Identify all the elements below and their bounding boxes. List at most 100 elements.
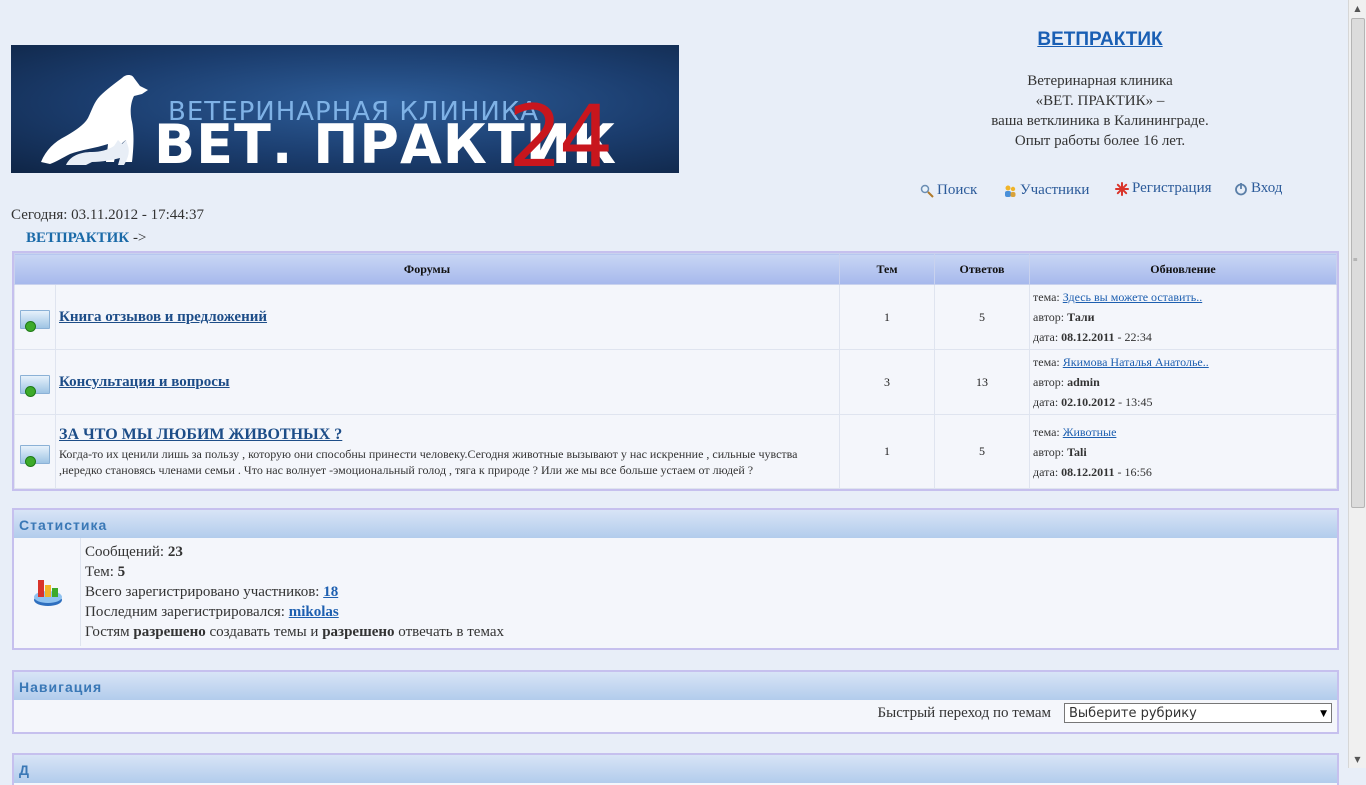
search-icon	[920, 184, 934, 198]
power-icon	[1234, 182, 1248, 196]
users-icon	[1003, 184, 1017, 198]
forum-link[interactable]: Книга отзывов и предложений	[59, 309, 267, 325]
forum-row: ЗА ЧТО МЫ ЛЮБИМ ЖИВОТНЫХ ? Когда-то их ц…	[14, 414, 1337, 489]
search-link[interactable]: Поиск	[920, 182, 977, 199]
last-topic-label: тема:	[1033, 355, 1063, 369]
stats-chart-icon	[14, 538, 81, 646]
last-topic-label: тема:	[1033, 424, 1063, 439]
statistics-lines: Сообщений: 23 Тем: 5 Всего зарегистриров…	[81, 538, 508, 646]
site-desc-line: ваша ветклиника в Калининграде.	[991, 113, 1209, 129]
forum-replies-count: 5	[934, 414, 1030, 489]
breadcrumb-home-link[interactable]: ВЕТПРАКТИК	[26, 230, 129, 246]
statistics-title: Статистика	[14, 510, 1337, 538]
next-section-title: Д	[14, 755, 1337, 783]
messages-label: Сообщений:	[85, 544, 168, 560]
members-label: Всего зарегистрировано участников:	[85, 584, 324, 600]
scroll-up-icon[interactable]: ▲	[1349, 0, 1366, 17]
navigation-panel: Навигация Быстрый переход по темам Выбер…	[12, 670, 1339, 734]
last-registered-label: Последним зарегистрировался:	[85, 604, 289, 620]
login-link-label: Вход	[1251, 180, 1283, 196]
guests-text: Гостям	[85, 624, 134, 640]
last-time: - 22:34	[1114, 330, 1152, 344]
breadcrumb-separator: ->	[129, 230, 147, 246]
members-count-link[interactable]: 18	[323, 584, 338, 600]
site-desc-line: Опыт работы более 16 лет.	[1014, 133, 1186, 149]
guests-allowed: разрешено	[322, 624, 395, 640]
last-author-label: автор:	[1033, 310, 1068, 324]
forum-status-cell	[14, 284, 56, 350]
members-link-label: Участники	[1020, 182, 1090, 198]
site-title-link[interactable]: ВЕТПРАКТИК	[980, 29, 1220, 51]
forum-row: Книга отзывов и предложений 1 5 тема: Зд…	[14, 284, 1337, 350]
forum-title-cell: ЗА ЧТО МЫ ЛЮБИМ ЖИВОТНЫХ ? Когда-то их ц…	[55, 414, 840, 489]
scrollbar-grip-icon: ≡	[1353, 255, 1358, 264]
statistics-panel: Статистика Сообщений: 23 Тем: 5 Всего за…	[12, 508, 1339, 650]
site-desc-line: Ветеринарная клиника	[1027, 73, 1173, 89]
search-link-label: Поиск	[937, 182, 978, 198]
register-icon	[1115, 181, 1129, 196]
quick-jump-value: Выберите рубрику	[1069, 706, 1197, 721]
last-date-label: дата:	[1033, 330, 1062, 344]
register-link[interactable]: Регистрация	[1115, 180, 1212, 197]
vertical-scrollbar[interactable]: ▲ ≡ ▼	[1348, 0, 1366, 768]
site-banner[interactable]: ВЕТЕРИНАРНАЯ КЛИНИКА ВЕТ. ПРАКТИК 24	[11, 45, 679, 173]
last-registered-link[interactable]: mikolas	[289, 604, 339, 620]
last-date: 08.12.2011	[1061, 464, 1115, 479]
last-author: Tali	[1067, 444, 1087, 459]
last-author: admin	[1067, 375, 1100, 389]
last-time: - 16:56	[1114, 464, 1152, 479]
quick-jump-label: Быстрый переход по темам	[877, 705, 1052, 721]
forums-table: Форумы Тем Ответов Обновление Книга отзы…	[12, 251, 1339, 491]
col-forums-header: Форумы	[14, 253, 840, 285]
col-topics-header: Тем	[839, 253, 935, 285]
forum-last-update: тема: Животные автор: Tali дата: 08.12.2…	[1029, 414, 1337, 489]
folder-icon	[20, 444, 50, 467]
last-author-label: автор:	[1033, 444, 1068, 459]
last-topic-link[interactable]: Здесь вы можете оставить..	[1063, 290, 1202, 304]
register-link-label: Регистрация	[1132, 180, 1212, 196]
folder-icon	[20, 375, 50, 397]
folder-icon	[20, 310, 50, 332]
forum-description: Когда-то их ценили лишь за пользу , кото…	[59, 446, 798, 477]
site-description: Ветеринарная клиника «ВЕТ. ПРАКТИК» – ва…	[940, 71, 1260, 151]
breadcrumb: ВЕТПРАКТИК ->	[26, 230, 146, 247]
next-section-panel: Д	[12, 753, 1339, 785]
banner-number: 24	[508, 87, 613, 173]
new-arrow-icon	[25, 321, 36, 332]
members-link[interactable]: Участники	[1003, 182, 1089, 199]
forum-topics-count: 3	[839, 349, 935, 415]
last-topic-link[interactable]: Якимова Наталья Анатолье..	[1063, 355, 1209, 369]
forum-row: Консультация и вопросы 3 13 тема: Якимов…	[14, 349, 1337, 415]
forum-status-cell	[14, 414, 56, 489]
guests-text: создавать темы и	[205, 624, 323, 640]
last-author: Тали	[1067, 310, 1095, 324]
navigation-title: Навигация	[14, 672, 1337, 700]
guests-allowed: разрешено	[133, 624, 206, 640]
login-link[interactable]: Вход	[1234, 180, 1282, 197]
last-topic-link[interactable]: Животные	[1063, 425, 1117, 439]
current-date: Сегодня: 03.11.2012 - 17:44:37	[11, 207, 204, 223]
top-navigation: Поиск Участники Регистрация Вход	[920, 180, 1300, 204]
last-date: 08.12.2011	[1061, 330, 1115, 344]
topics-label: Тем:	[85, 564, 118, 580]
last-time: - 13:45	[1115, 395, 1153, 409]
guests-text: отвечать в темах	[394, 624, 504, 640]
col-updated-header: Обновление	[1029, 253, 1337, 285]
forum-title-cell: Книга отзывов и предложений	[55, 284, 840, 350]
quick-jump-select[interactable]: Выберите рубрику ▼	[1064, 703, 1332, 723]
forum-link[interactable]: Консультация и вопросы	[59, 374, 230, 390]
scroll-down-icon[interactable]: ▼	[1349, 751, 1366, 768]
forum-last-update: тема: Якимова Наталья Анатолье.. автор: …	[1029, 349, 1337, 415]
forum-title-cell: Консультация и вопросы	[55, 349, 840, 415]
new-arrow-icon	[25, 455, 36, 467]
forum-link[interactable]: ЗА ЧТО МЫ ЛЮБИМ ЖИВОТНЫХ ?	[59, 426, 342, 443]
forums-header-row: Форумы Тем Ответов Обновление	[14, 253, 1337, 285]
forum-last-update: тема: Здесь вы можете оставить.. автор: …	[1029, 284, 1337, 350]
last-topic-label: тема:	[1033, 290, 1063, 304]
forum-topics-count: 1	[839, 284, 935, 350]
new-arrow-icon	[25, 386, 36, 397]
chevron-down-icon: ▼	[1320, 709, 1327, 719]
topics-count: 5	[117, 564, 126, 580]
forum-topics-count: 1	[839, 414, 935, 489]
messages-count: 23	[167, 544, 183, 560]
